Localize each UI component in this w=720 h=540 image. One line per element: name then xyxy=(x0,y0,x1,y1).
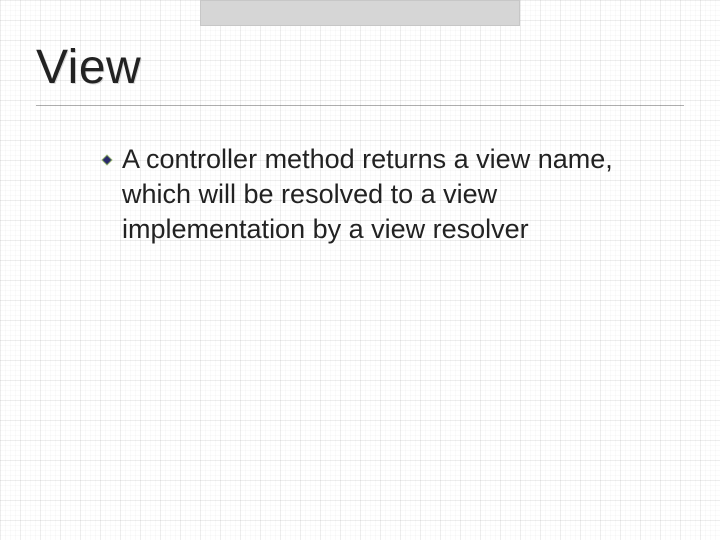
slide-body: A controller method returns a view name,… xyxy=(36,142,684,247)
list-item: A controller method returns a view name,… xyxy=(100,142,614,247)
bullet-text: A controller method returns a view name,… xyxy=(122,142,614,247)
slide-title: View xyxy=(36,40,684,106)
slide: View A controller method returns a view … xyxy=(0,0,720,540)
diamond-icon xyxy=(100,153,114,167)
